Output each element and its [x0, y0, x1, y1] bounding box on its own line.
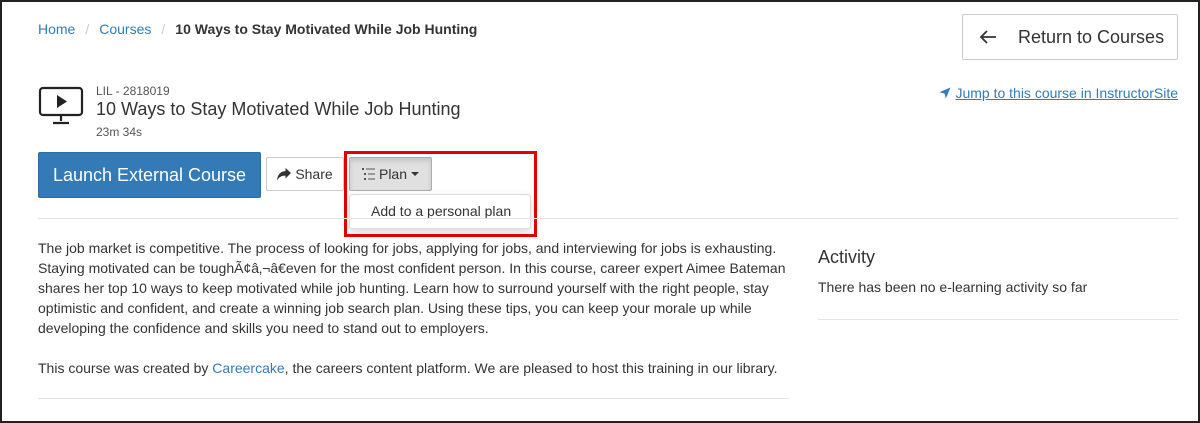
course-title: 10 Ways to Stay Motivated While Job Hunt… — [96, 99, 461, 119]
share-icon — [277, 167, 292, 180]
credit-prefix: This course was created by — [38, 360, 213, 376]
divider — [38, 398, 789, 399]
add-to-personal-plan-item[interactable]: Add to a personal plan — [350, 195, 530, 228]
course-description: The job market is competitive. The proce… — [38, 240, 786, 336]
video-monitor-icon — [38, 86, 84, 125]
divider — [38, 218, 1178, 219]
breadcrumb-separator: / — [85, 21, 90, 37]
arrow-left-icon — [979, 30, 996, 44]
activity-heading: Activity — [818, 247, 876, 267]
jump-link-label: Jump to this course in InstructorSite — [955, 85, 1178, 101]
breadcrumb-separator: / — [161, 21, 166, 37]
course-duration: 23m 34s — [96, 125, 143, 139]
jump-to-instructorsite-link[interactable]: Jump to this course in InstructorSite — [939, 85, 1178, 101]
breadcrumb: Home / Courses / 10 Ways to Stay Motivat… — [38, 21, 477, 37]
breadcrumb-courses-link[interactable]: Courses — [99, 21, 151, 37]
course-credit: This course was created by Careercake, t… — [38, 358, 778, 378]
credit-suffix: , the careers content platform. We are p… — [284, 360, 778, 376]
caret-down-icon — [411, 172, 420, 176]
careercake-link[interactable]: Careercake — [212, 360, 284, 376]
share-button[interactable]: Share — [266, 157, 344, 191]
breadcrumb-home-link[interactable]: Home — [38, 21, 75, 37]
course-code: LIL - 2818019 — [96, 84, 170, 98]
plan-button-label: Plan — [378, 166, 408, 182]
return-button-label: Return to Courses — [1018, 26, 1165, 47]
share-button-label: Share — [295, 166, 333, 182]
list-icon — [361, 168, 375, 180]
plan-dropdown-button[interactable]: Plan — [349, 157, 432, 191]
return-to-courses-button[interactable]: Return to Courses — [962, 14, 1178, 60]
location-arrow-icon — [939, 87, 951, 99]
breadcrumb-current: 10 Ways to Stay Motivated While Job Hunt… — [175, 21, 478, 37]
launch-external-course-button[interactable]: Launch External Course — [38, 152, 261, 198]
divider — [818, 319, 1178, 320]
plan-dropdown-menu: Add to a personal plan — [349, 194, 531, 229]
activity-empty-text: There has been no e-learning activity so… — [818, 279, 1088, 295]
